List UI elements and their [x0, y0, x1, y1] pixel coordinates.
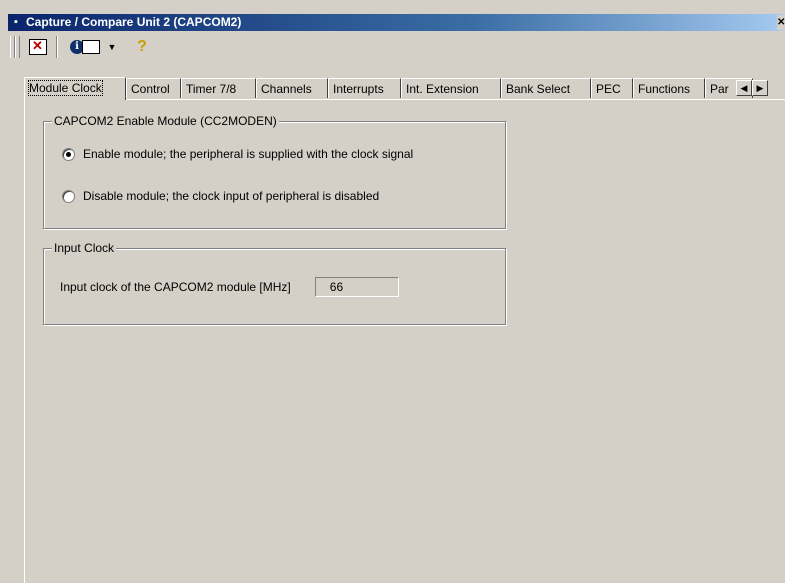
scroll-right-icon: ▶	[756, 83, 764, 93]
toolbar: i ▼ ?	[8, 32, 785, 62]
input-clock-value-field: 66	[314, 277, 399, 297]
tab-module-clock[interactable]: Module Clock	[24, 77, 126, 100]
title-bar[interactable]: ▪ Capture / Compare Unit 2 (CAPCOM2) ✕	[8, 14, 785, 31]
info-book-icon: i	[70, 40, 100, 54]
tab-scroll-right-button[interactable]: ▶	[752, 80, 768, 96]
toolbar-grip[interactable]	[15, 36, 20, 58]
scroll-left-icon: ◀	[740, 83, 748, 93]
toolbar-separator	[56, 36, 58, 58]
tab-channels[interactable]: Channels	[256, 78, 328, 98]
app-icon: ▪	[14, 15, 18, 28]
tab-functions[interactable]: Functions	[633, 78, 705, 98]
enable-module-radio[interactable]	[62, 147, 75, 161]
tab-pec[interactable]: PEC	[591, 78, 633, 98]
tab-page-module-clock: CAPCOM2 Enable Module (CC2MODEN) Enable …	[24, 99, 785, 583]
tab-bank-select[interactable]: Bank Select	[501, 78, 591, 98]
input-clock-label: Input clock of the CAPCOM2 module [MHz]	[60, 280, 291, 294]
tab-timer-7-8[interactable]: Timer 7/8	[181, 78, 256, 98]
input-clock-legend: Input Clock	[52, 241, 117, 255]
input-clock-group: Input Clock Input clock of the CAPCOM2 m…	[43, 241, 506, 325]
info-dropdown-button[interactable]: ▼	[106, 36, 118, 58]
help-icon: ?	[137, 38, 147, 55]
window-title: Capture / Compare Unit 2 (CAPCOM2)	[26, 15, 242, 29]
enable-module-option[interactable]: Enable module; the peripheral is supplie…	[62, 146, 413, 162]
enable-module-label: Enable module; the peripheral is supplie…	[83, 147, 414, 161]
dropdown-arrow-icon: ▼	[107, 42, 117, 52]
capcom2-window: ▪ Capture / Compare Unit 2 (CAPCOM2) ✕ i…	[0, 0, 785, 583]
tab-scroll-left-button[interactable]: ◀	[736, 80, 752, 96]
enable-module-legend: CAPCOM2 Enable Module (CC2MODEN)	[52, 114, 279, 128]
tab-bar: Module Clock Control Timer 7/8 Channels …	[24, 77, 785, 100]
disable-module-label: Disable module; the clock input of perip…	[83, 189, 380, 203]
enable-module-group: CAPCOM2 Enable Module (CC2MODEN) Enable …	[43, 114, 506, 229]
tab-int-extension[interactable]: Int. Extension	[401, 78, 501, 98]
disable-module-option[interactable]: Disable module; the clock input of perip…	[62, 188, 379, 204]
delete-icon	[29, 38, 47, 55]
tab-control[interactable]: Control	[126, 78, 181, 98]
disable-module-radio[interactable]	[62, 189, 75, 203]
help-button[interactable]: ?	[130, 36, 154, 58]
delete-button[interactable]	[26, 36, 50, 58]
close-icon[interactable]: ✕	[777, 15, 785, 30]
info-book-button[interactable]: i	[68, 36, 102, 58]
input-clock-row: Input clock of the CAPCOM2 module [MHz] …	[60, 277, 399, 297]
tab-interrupts[interactable]: Interrupts	[328, 78, 401, 98]
